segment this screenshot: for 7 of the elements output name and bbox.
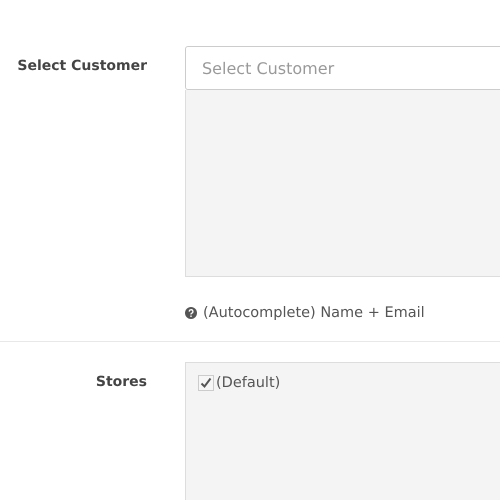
help-icon: [185, 307, 197, 319]
help-text: (Autocomplete) Name + Email: [203, 305, 425, 321]
checkbox[interactable]: [198, 375, 214, 391]
customer-search-field[interactable]: Select Customer: [185, 46, 500, 90]
field-label: Stores: [94, 373, 147, 392]
store-name: (Default): [216, 375, 280, 391]
field-label: Select Customer: [16, 57, 147, 76]
